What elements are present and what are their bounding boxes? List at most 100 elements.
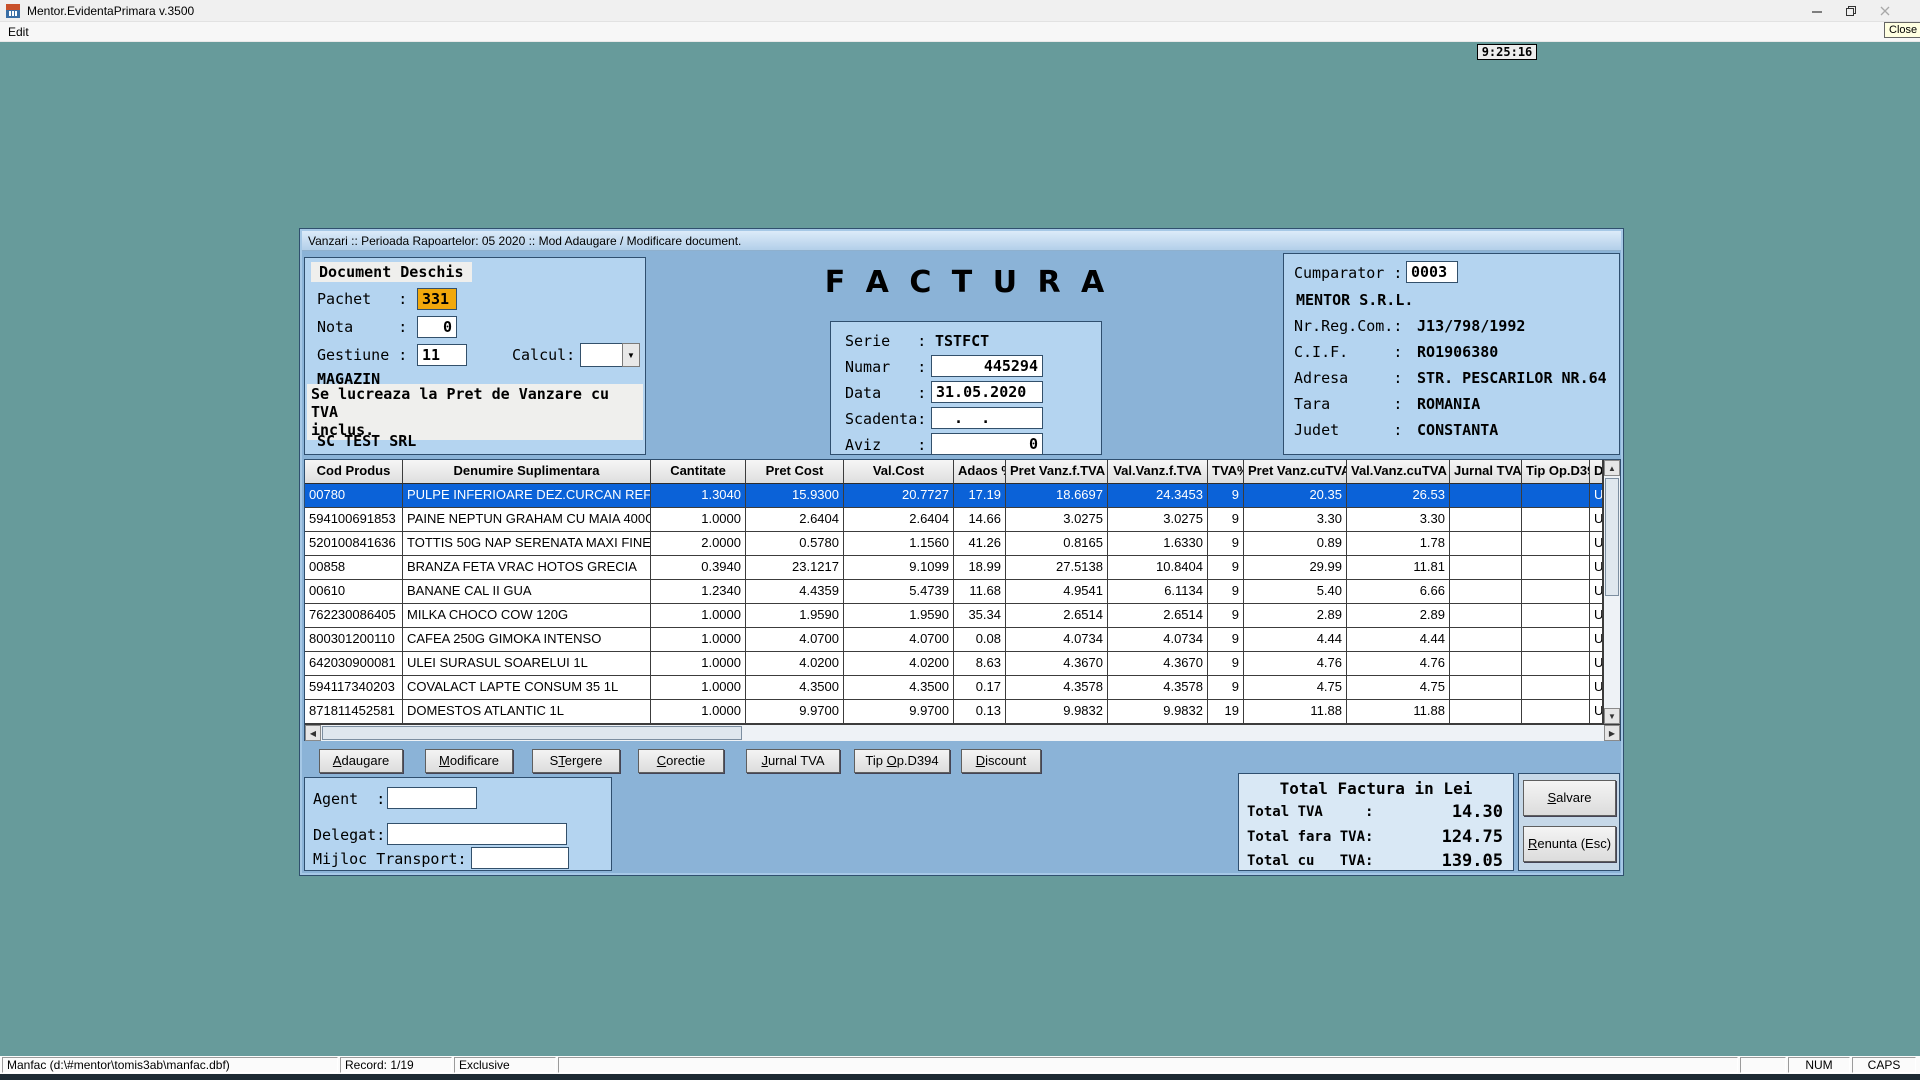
nota-label: Nota : [317, 318, 407, 336]
save-button[interactable]: Salvare (Ctrl+L) [1523, 780, 1616, 816]
horizontal-scrollbar[interactable]: ◀ ▶ [305, 724, 1620, 741]
bottom-edge [0, 1074, 1920, 1080]
table-cell [1522, 508, 1590, 532]
table-cell: U [1590, 628, 1603, 652]
table-cell [1450, 508, 1522, 532]
table-row[interactable]: 520100841636TOTTIS 50G NAP SERENATA MAXI… [305, 532, 1603, 556]
corectie-button[interactable]: Corectie [638, 749, 724, 773]
table-cell: 10.8404 [1108, 556, 1208, 580]
cancel-button[interactable]: Renunta (Esc) [1523, 826, 1616, 862]
restore-button[interactable] [1834, 0, 1868, 21]
minimize-button[interactable] [1800, 0, 1834, 21]
table-row[interactable]: 762230086405MILKA CHOCO COW 120G1.00001.… [305, 604, 1603, 628]
num-lock-indicator: NUM [1788, 1057, 1850, 1073]
table-cell: 00780 [305, 484, 403, 508]
table-row[interactable]: 00780PULPE INFERIOARE DEZ.CURCAN REF1.30… [305, 484, 1603, 508]
table-cell: 520100841636 [305, 532, 403, 556]
chevron-down-icon[interactable]: ▼ [622, 343, 640, 367]
table-cell: 3.0275 [1006, 508, 1108, 532]
adaugare-button[interactable]: Adaugare [319, 749, 403, 773]
table-cell [1522, 484, 1590, 508]
status-record: Record: 1/19 [340, 1057, 452, 1073]
menu-edit[interactable]: Edit [0, 25, 37, 39]
table-cell: 871811452581 [305, 700, 403, 724]
table-cell: 1.0000 [651, 604, 746, 628]
scroll-right-icon[interactable]: ▶ [1604, 725, 1620, 741]
column-header: Jurnal TVA [1450, 460, 1522, 484]
table-cell: U [1590, 676, 1603, 700]
table-cell: 1.9590 [844, 604, 954, 628]
table-cell: 8.63 [954, 652, 1006, 676]
status-empty [1740, 1057, 1786, 1073]
column-header: Cod Produs [305, 460, 403, 484]
tip-op-d394-button[interactable]: Tip Op.D394 [854, 749, 950, 773]
table-cell: PAINE NEPTUN GRAHAM CU MAIA 400G [403, 508, 651, 532]
customer-detail-value: ROMANIA [1408, 395, 1480, 413]
table-cell: U [1590, 484, 1603, 508]
scadenta-field[interactable] [931, 407, 1043, 429]
product-grid: Cod ProdusDenumire SuplimentaraCantitate… [305, 460, 1603, 724]
close-button[interactable] [1868, 0, 1902, 21]
table-cell: 1.78 [1347, 532, 1450, 556]
data-field[interactable] [931, 381, 1043, 403]
table-row[interactable]: 800301200110CAFEA 250G GIMOKA INTENSO1.0… [305, 628, 1603, 652]
clock: 9:25:16 [1477, 44, 1537, 60]
table-cell: 9 [1208, 532, 1244, 556]
table-cell: 20.35 [1244, 484, 1347, 508]
table-cell: 14.66 [954, 508, 1006, 532]
scroll-left-icon[interactable]: ◀ [305, 725, 321, 741]
transport-field[interactable] [471, 847, 569, 869]
gestiune-label: Gestiune : [317, 346, 407, 364]
discount-button[interactable]: Discount [961, 749, 1041, 773]
table-cell: 4.3578 [1108, 676, 1208, 700]
numar-field[interactable] [931, 355, 1043, 377]
table-cell: U [1590, 580, 1603, 604]
gestiune-field[interactable] [417, 344, 467, 366]
modificare-button[interactable]: Modificare [425, 749, 513, 773]
table-cell: 0.89 [1244, 532, 1347, 556]
stergere-button[interactable]: STergere [532, 749, 620, 773]
jurnal-tva-button[interactable]: Jurnal TVA [746, 749, 840, 773]
column-header: Pret Vanz.cuTVA [1244, 460, 1347, 484]
table-row[interactable]: 642030900081ULEI SURASUL SOARELUI 1L1.00… [305, 652, 1603, 676]
horizontal-scroll-thumb[interactable] [322, 726, 742, 740]
table-cell: 2.89 [1244, 604, 1347, 628]
table-cell: 9.9832 [1108, 700, 1208, 724]
aviz-field[interactable] [931, 433, 1043, 455]
table-cell: 0.17 [954, 676, 1006, 700]
table-cell: 4.3578 [1006, 676, 1108, 700]
table-cell: 4.3500 [746, 676, 844, 700]
table-row[interactable]: 00610BANANE CAL II GUA1.23404.43595.4739… [305, 580, 1603, 604]
table-row[interactable]: 594100691853PAINE NEPTUN GRAHAM CU MAIA … [305, 508, 1603, 532]
table-cell [1450, 484, 1522, 508]
calcul-dropdown[interactable]: ▼ [580, 343, 640, 367]
table-row[interactable]: 00858BRANZA FETA VRAC HOTOS GRECIA0.3940… [305, 556, 1603, 580]
vertical-scrollbar[interactable]: ▲ ▼ [1603, 460, 1620, 724]
table-cell: 1.0000 [651, 676, 746, 700]
table-cell: 4.9541 [1006, 580, 1108, 604]
table-cell: 9 [1208, 484, 1244, 508]
window-titlebar[interactable]: Vanzari :: Perioada Rapoartelor: 05 2020… [302, 231, 1621, 251]
cumparator-field[interactable] [1406, 261, 1458, 283]
agent-field[interactable] [387, 787, 477, 809]
statusbar: Manfac (d:\#mentor\tomis3ab\manfac.dbf) … [0, 1056, 1920, 1074]
pachet-field[interactable] [417, 288, 457, 310]
table-cell [1522, 580, 1590, 604]
table-cell: 4.0734 [1108, 628, 1208, 652]
table-cell: CAFEA 250G GIMOKA INTENSO [403, 628, 651, 652]
nota-field[interactable] [417, 316, 457, 338]
scroll-up-icon[interactable]: ▲ [1604, 460, 1620, 476]
table-row[interactable]: 594117340203COVALACT LAPTE CONSUM 35 1L1… [305, 676, 1603, 700]
scroll-down-icon[interactable]: ▼ [1604, 708, 1620, 724]
vertical-scroll-thumb[interactable] [1605, 478, 1619, 596]
column-header: Val.Cost [844, 460, 954, 484]
table-cell: 26.53 [1347, 484, 1450, 508]
screen: Mentor.EvidentaPrimara v.3500 Edit Close… [0, 0, 1920, 1080]
table-cell: 5.40 [1244, 580, 1347, 604]
customer-detail-label: C.I.F. : [1294, 343, 1402, 361]
table-cell [1522, 556, 1590, 580]
table-row[interactable]: 871811452581DOMESTOS ATLANTIC 1L1.00009.… [305, 700, 1603, 724]
table-cell: 00858 [305, 556, 403, 580]
table-cell: 4.0734 [1006, 628, 1108, 652]
delegat-field[interactable] [387, 823, 567, 845]
